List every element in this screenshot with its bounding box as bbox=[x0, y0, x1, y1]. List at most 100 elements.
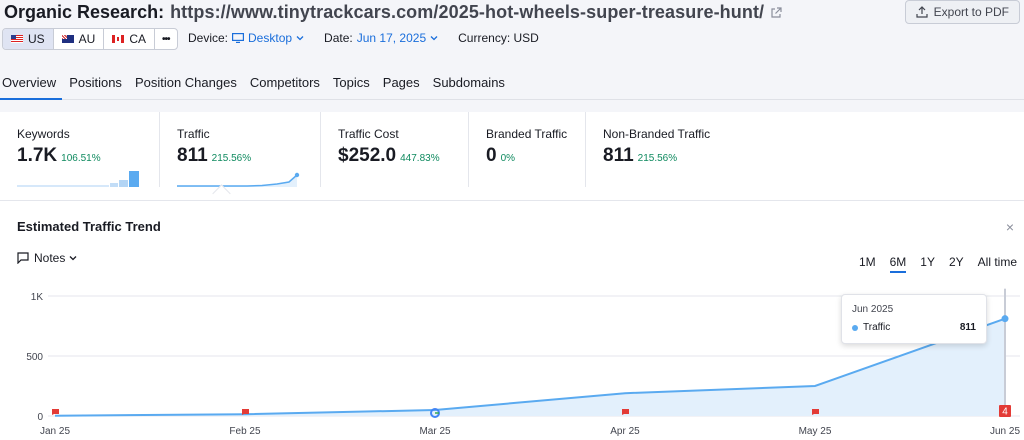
more-icon: ••• bbox=[162, 33, 170, 45]
metric-value-row: 811 215.56% bbox=[177, 145, 320, 167]
metric-change: 0% bbox=[500, 153, 516, 164]
metric-label: Traffic Cost bbox=[338, 127, 399, 141]
database-ca-button[interactable]: CA bbox=[104, 29, 156, 49]
desktop-icon bbox=[232, 33, 245, 43]
range-1m[interactable]: 1M bbox=[859, 255, 876, 273]
metrics-row: Keywords 1.7K 106.51% Traffic 811 215.56… bbox=[0, 112, 1024, 200]
export-icon bbox=[916, 6, 928, 18]
trend-title: Estimated Traffic Trend bbox=[17, 219, 161, 234]
device-value: Desktop bbox=[248, 31, 293, 45]
notes-dropdown[interactable]: Notes bbox=[17, 251, 82, 265]
metric-value-row: 0 0% bbox=[486, 145, 585, 167]
us-flag-icon bbox=[11, 35, 23, 43]
tooltip-label: Traffic bbox=[863, 322, 891, 333]
currency-text: Currency: USD bbox=[458, 31, 539, 45]
close-icon[interactable]: × bbox=[1006, 219, 1014, 235]
report-tabs: Overview Positions Position Changes Comp… bbox=[0, 74, 1024, 100]
x-tick-label: Mar 25 bbox=[419, 426, 451, 437]
page-title: Organic Research: https://www.tinytrackc… bbox=[4, 2, 782, 23]
metric-change: 447.83% bbox=[400, 153, 440, 164]
tab-subdomains[interactable]: Subdomains bbox=[431, 74, 511, 100]
date-value-wrap: Jun 17, 2025 bbox=[357, 31, 438, 45]
tab-position-changes[interactable]: Position Changes bbox=[133, 74, 243, 100]
chevron-down-icon bbox=[296, 36, 304, 41]
metric-value: 811 bbox=[177, 145, 208, 166]
event-flag-icon bbox=[52, 409, 59, 415]
traffic-sparkline bbox=[177, 172, 300, 187]
series-dot-icon bbox=[852, 325, 858, 331]
tab-positions[interactable]: Positions bbox=[67, 74, 128, 100]
metric-change: 215.56% bbox=[637, 153, 678, 164]
metrics-divider bbox=[0, 200, 1024, 201]
notes-count-label: 4 bbox=[1002, 407, 1008, 418]
device-label: Device: bbox=[188, 31, 229, 45]
tooltip-value: 811 bbox=[959, 322, 976, 333]
tab-topics[interactable]: Topics bbox=[331, 74, 376, 100]
range-1y[interactable]: 1Y bbox=[920, 255, 935, 273]
external-link-icon[interactable] bbox=[770, 6, 782, 19]
database-selector: US AU CA ••• bbox=[2, 28, 178, 50]
range-selector: 1M 6M 1Y 2Y All time bbox=[845, 255, 1017, 273]
database-au-button[interactable]: AU bbox=[54, 29, 105, 49]
filters-bar: Device: Desktop Date: Jun 17, 2025 Curre… bbox=[188, 31, 559, 45]
title-text: Organic Research: bbox=[4, 2, 165, 22]
chevron-down-icon bbox=[430, 36, 438, 41]
x-tick-label: May 25 bbox=[799, 426, 832, 437]
notes-label: Notes bbox=[34, 251, 66, 265]
export-to-pdf-button[interactable]: Export to PDF bbox=[904, 0, 1020, 24]
metric-value: $252.0 bbox=[338, 145, 397, 166]
metric-keywords[interactable]: Keywords 1.7K 106.51% bbox=[0, 112, 160, 187]
analyzed-url[interactable]: https://www.tinytrackcars.com/2025-hot-w… bbox=[170, 2, 764, 23]
comment-icon bbox=[17, 252, 29, 264]
metric-branded-traffic[interactable]: Branded Traffic 0 0% bbox=[469, 112, 586, 187]
database-code: US bbox=[28, 32, 45, 46]
range-all-time[interactable]: All time bbox=[978, 255, 1017, 273]
metric-traffic[interactable]: Traffic 811 215.56% bbox=[160, 112, 321, 187]
x-tick-label: Apr 25 bbox=[610, 426, 640, 437]
au-flag-icon bbox=[61, 35, 74, 43]
x-tick-label: Jun 25 bbox=[990, 426, 1020, 437]
metric-label: Branded Traffic bbox=[486, 127, 568, 141]
y-tick-label: 1K bbox=[31, 292, 44, 303]
metric-traffic-cost[interactable]: Traffic Cost $252.0 447.83% bbox=[321, 112, 469, 187]
y-tick-label: 0 bbox=[37, 412, 43, 423]
metric-change: 106.51% bbox=[61, 153, 101, 164]
metric-non-branded-traffic[interactable]: Non-Branded Traffic 811 215.56% bbox=[586, 112, 736, 187]
metric-value-row: $252.0 447.83% bbox=[338, 145, 468, 167]
traffic-point bbox=[1001, 315, 1009, 323]
metric-change: 215.56% bbox=[211, 153, 252, 164]
metric-value: 1.7K bbox=[17, 145, 58, 166]
chevron-down-icon bbox=[69, 256, 77, 261]
metric-value: 0 bbox=[486, 145, 497, 166]
range-2y[interactable]: 2Y bbox=[949, 255, 964, 273]
x-tick-label: Feb 25 bbox=[229, 426, 261, 437]
x-tick-label: Jan 25 bbox=[40, 426, 70, 437]
database-us-button[interactable]: US bbox=[3, 29, 54, 49]
metric-label: Keywords bbox=[17, 127, 70, 141]
more-databases-button[interactable]: ••• bbox=[155, 29, 177, 49]
tooltip-period: Jun 2025 bbox=[852, 304, 894, 315]
tab-overview[interactable]: Overview bbox=[0, 74, 63, 100]
overview-panel: Keywords 1.7K 106.51% Traffic 811 215.56… bbox=[0, 112, 1024, 440]
range-6m[interactable]: 6M bbox=[889, 255, 907, 273]
keywords-sparkline bbox=[17, 171, 139, 187]
metric-label: Non-Branded Traffic bbox=[603, 127, 711, 141]
top-bar: Organic Research: https://www.tinytrackc… bbox=[0, 0, 1024, 112]
date-label: Date: bbox=[324, 31, 353, 45]
y-tick-label: 500 bbox=[26, 352, 43, 363]
database-code: AU bbox=[78, 32, 96, 46]
export-label: Export to PDF bbox=[933, 5, 1009, 19]
date-filter[interactable]: Date: Jun 17, 2025 bbox=[324, 31, 438, 45]
metric-value-row: 811 215.56% bbox=[603, 145, 736, 167]
chart-tooltip: Jun 2025 Traffic 811 bbox=[841, 294, 987, 344]
currency-display: Currency: USD bbox=[458, 31, 539, 45]
device-value-wrap: Desktop bbox=[232, 31, 304, 45]
metric-value-row: 1.7K 106.51% bbox=[17, 145, 159, 167]
ca-flag-icon bbox=[112, 35, 125, 43]
metric-value: 811 bbox=[603, 145, 634, 166]
tab-pages[interactable]: Pages bbox=[381, 74, 426, 100]
date-value: Jun 17, 2025 bbox=[356, 31, 427, 45]
tab-competitors[interactable]: Competitors bbox=[248, 74, 326, 100]
device-filter[interactable]: Device: Desktop bbox=[188, 31, 304, 45]
database-code: CA bbox=[129, 32, 147, 46]
